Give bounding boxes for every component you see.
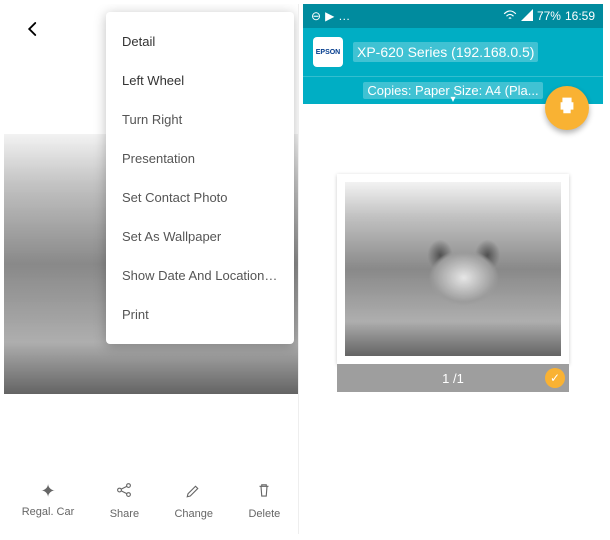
menu-item-set-contact-photo[interactable]: Set Contact Photo [106,178,294,217]
back-button[interactable] [24,18,42,44]
trash-icon [255,481,273,504]
menu-item-set-as-wallpaper[interactable]: Set As Wallpaper [106,217,294,256]
preview-footer-bar: 1 /1 ✓ [337,364,569,392]
battery-percentage: 77% [537,9,561,23]
share-label: Share [110,508,139,520]
edit-button[interactable]: Change [174,481,213,520]
signal-icon [521,9,533,24]
wand-icon: ✦ [40,481,55,502]
menu-item-show-date-location[interactable]: Show Date And Location Tag [106,256,294,295]
menu-item-detail[interactable]: Detail [106,22,294,61]
pencil-icon [185,481,203,504]
play-store-icon: ▶ [325,9,334,23]
auto-adjust-button[interactable]: ✦ Regal. Car [22,481,75,520]
preview-photo-thumbnail[interactable] [337,174,569,364]
clock-time: 16:59 [565,9,595,23]
overflow-menu: Detail Left Wheel Turn Right Presentatio… [106,12,294,344]
menu-item-left-wheel[interactable]: Left Wheel [106,61,294,100]
share-button[interactable]: Share [110,481,139,520]
printer-name-label: XP-620 Series (192.168.0.5) [353,42,538,62]
print-fab-button[interactable] [545,86,589,130]
minus-icon: ⊖ [311,9,321,23]
delete-button[interactable]: Delete [248,481,280,520]
print-app-panel: ⊖ ▶ … 77% 16:59 EPSON XP-620 Series (192… [303,4,603,534]
menu-item-print[interactable]: Print [106,295,294,334]
edit-label: Change [174,508,213,520]
epson-logo-icon: EPSON [313,37,343,67]
share-icon [115,481,133,504]
selected-check-badge[interactable]: ✓ [545,368,565,388]
cat-photo-image [345,182,561,356]
print-preview: 1 /1 ✓ [337,174,569,392]
printer-icon [556,94,578,122]
menu-item-presentation[interactable]: Presentation [106,139,294,178]
page-indicator: 1 /1 [442,371,464,386]
wifi-icon [503,9,517,24]
printer-selector-bar[interactable]: EPSON XP-620 Series (192.168.0.5) [303,28,603,76]
auto-adjust-label: Regal. Car [22,506,75,518]
android-status-bar: ⊖ ▶ … 77% 16:59 [303,4,603,28]
delete-label: Delete [248,508,280,520]
bottom-toolbar: ✦ Regal. Car Share Change Delete [4,473,298,528]
gallery-viewer-panel: Detail Left Wheel Turn Right Presentatio… [4,4,299,534]
more-notifications-icon: … [338,9,350,23]
menu-item-turn-right[interactable]: Turn Right [106,100,294,139]
chevron-down-icon: ▾ [450,94,455,105]
chevron-left-icon [24,20,42,38]
